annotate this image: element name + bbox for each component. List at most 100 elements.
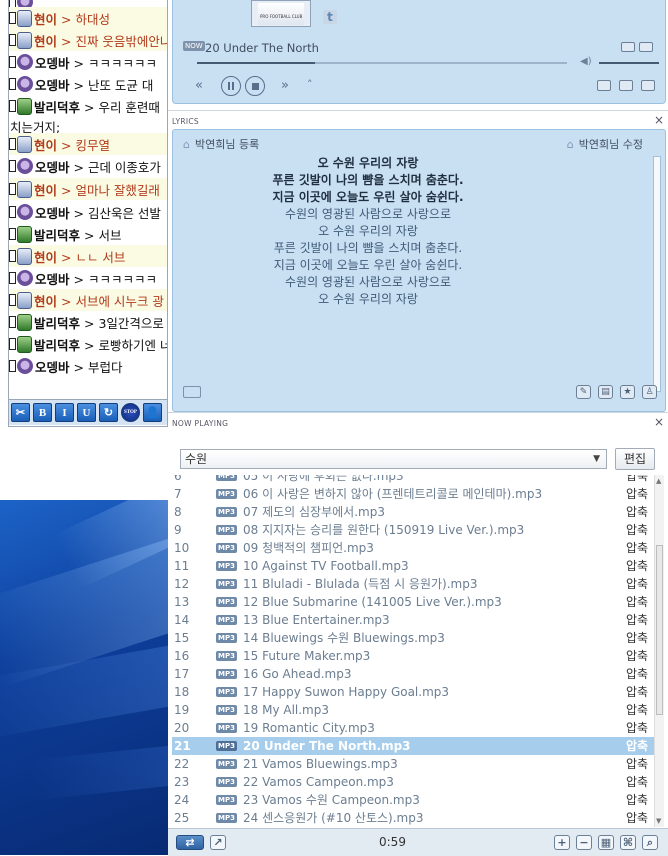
album-art[interactable]: PRO FOOTBALL CLUB [251, 0, 311, 27]
list-icon[interactable] [619, 80, 633, 91]
playlist-row[interactable]: 8 MP3 07 제도의 심장부에서.mp3 압축 [172, 503, 656, 521]
playlist-row[interactable]: 10 MP3 09 청백적의 챔피언.mp3 압축 [172, 539, 656, 557]
playlist-row[interactable]: 12 MP3 11 Bluladi - Blulada (득점 시 응원가).mp3… [172, 575, 656, 593]
export-icon[interactable]: ↗ [210, 835, 226, 850]
avatar [17, 180, 32, 198]
chat-nickname[interactable]: 오뎅바 [35, 75, 70, 94]
menu-icon[interactable] [639, 42, 653, 52]
chat-nickname[interactable]: 오뎅바 [35, 53, 70, 72]
playlist-row[interactable]: 7 MP3 06 이 사랑은 변하지 않아 (프렌테트리콜로 메인테마).mp3 압축 [172, 485, 656, 503]
chat-line: 발리덕후 > 3일간격으로 [9, 311, 167, 333]
save-icon[interactable]: ▤ [598, 385, 613, 399]
playlist-row[interactable]: 17 MP3 16 Go Ahead.mp3 압축 [172, 665, 656, 683]
close-icon[interactable]: × [654, 113, 664, 127]
user-icon[interactable]: ♙ [642, 385, 657, 399]
shuffle-icon[interactable]: ⇄ [176, 835, 204, 850]
chat-nickname[interactable]: 오뎅바 [35, 357, 70, 376]
add-icon[interactable]: + [554, 835, 570, 850]
playlist-row[interactable]: 16 MP3 15 Future Maker.mp3 압축 [172, 647, 656, 665]
chat-message: > 부럽다 [73, 359, 123, 375]
volume-icon[interactable]: ◀) [580, 56, 592, 67]
playlist-row[interactable]: 13 MP3 12 Blue Submarine (141005 Live Ver.… [172, 593, 656, 611]
playlist-row[interactable]: 18 MP3 17 Happy Suwon Happy Goal.mp3 압축 [172, 683, 656, 701]
stop-button[interactable] [245, 76, 265, 96]
chat-line: 현이 > 얼마나 잘했길래 [9, 178, 167, 200]
playlist-row[interactable]: 22 MP3 21 Vamos Bluewings.mp3 압축 [172, 755, 656, 773]
grid-icon[interactable]: ▦ [598, 835, 614, 850]
playlist-row[interactable]: 19 MP3 18 My All.mp3 압축 [172, 701, 656, 719]
track-filename: 23 Vamos 수원 Campeon.mp3 [243, 793, 420, 807]
playlist-select[interactable]: 수원 ▼ [180, 449, 607, 469]
track-format: 압축 [626, 685, 649, 699]
chat-line: 오뎅바 > 난또 도균 대 [9, 73, 167, 95]
collapse-button[interactable]: ˄ [307, 78, 313, 91]
chat-nickname[interactable]: 현이 [34, 180, 57, 199]
playlist-row[interactable]: 11 MP3 10 Against TV Football.mp3 압축 [172, 557, 656, 575]
track-filename: 24 센스응원가 (#10 산토스).mp3 [243, 811, 424, 825]
lyrics-scrollbar[interactable] [653, 156, 661, 392]
refresh-icon[interactable]: ↻ [99, 403, 118, 422]
level-badge-icon [9, 272, 16, 284]
subtitle-icon[interactable] [183, 386, 201, 398]
track-filename: 08 지지자는 승리를 원한다 (150919 Live Ver.).mp3 [243, 523, 525, 537]
chat-nickname[interactable]: 현이 [34, 9, 57, 28]
avatar [17, 313, 32, 331]
chat-nickname[interactable]: 현이 [34, 291, 57, 310]
track-format: 압축 [626, 739, 649, 753]
playlist-row[interactable]: 25 MP3 24 센스응원가 (#10 산토스).mp3 압축 [172, 809, 656, 827]
close-icon[interactable]: × [654, 415, 664, 429]
tree-icon[interactable]: ⌘ [620, 835, 636, 850]
mp3-file-icon: MP3 [216, 615, 237, 625]
chat-nickname[interactable]: 현이 [34, 31, 57, 50]
mp3-file-icon: MP3 [216, 651, 237, 661]
playlist-row[interactable]: 21 MP3 20 Under The North.mp3 압축 [172, 737, 656, 755]
playlist-row[interactable]: 24 MP3 23 Vamos 수원 Campeon.mp3 압축 [172, 791, 656, 809]
mp3-file-icon: MP3 [216, 759, 237, 769]
chat-nickname[interactable]: 발리덕후 [34, 313, 80, 332]
playlist-row[interactable]: 15 MP3 14 Bluewings 수원 Bluewings.mp3 압축 [172, 629, 656, 647]
remove-icon[interactable]: − [576, 835, 592, 850]
underline-button[interactable]: U [77, 403, 96, 422]
prev-button[interactable]: « [195, 78, 203, 93]
next-button[interactable]: » [281, 78, 289, 93]
mp3-file-icon: MP3 [216, 813, 237, 823]
italic-button[interactable]: I [55, 403, 74, 422]
chat-nickname[interactable]: 현이 [34, 135, 57, 154]
level-badge-icon [9, 338, 16, 350]
seek-bar[interactable] [197, 62, 567, 64]
playlist-row[interactable]: 14 MP3 13 Blue Entertainer.mp3 압축 [172, 611, 656, 629]
mini-mode-icon[interactable] [597, 80, 611, 91]
volume-slider[interactable] [599, 62, 659, 64]
track-format: 압축 [626, 523, 649, 537]
chat-nickname[interactable]: 오뎅바 [35, 269, 70, 288]
playlist-row[interactable]: 20 MP3 19 Romantic City.mp3 압축 [172, 719, 656, 737]
chat-nickname[interactable]: 발리덕후 [34, 97, 80, 116]
mp3-file-icon: MP3 [216, 669, 237, 679]
playlist-scrollbar[interactable]: ▲ ▼ [654, 475, 664, 827]
chat-nickname[interactable]: 오뎅바 [35, 157, 70, 176]
playlist-edit-button[interactable]: 편집 [615, 448, 655, 470]
cut-icon[interactable]: ✂ [11, 403, 30, 422]
chat-line: 오뎅바 > 김산욱은 선발 [9, 201, 167, 223]
chat-nickname[interactable]: 발리덕후 [34, 225, 80, 244]
level-badge-icon [9, 100, 16, 112]
pause-button[interactable] [221, 76, 241, 96]
chat-nickname[interactable]: 현이 [34, 247, 57, 266]
track-number: 21 [174, 739, 191, 753]
playlist-row[interactable]: 9 MP3 08 지지자는 승리를 원한다 (150919 Live Ver.).m… [172, 521, 656, 539]
search-icon[interactable]: ⌕ [642, 835, 658, 850]
edit-icon[interactable]: ✎ [576, 385, 591, 399]
playlist-mode-icon[interactable] [621, 42, 635, 52]
playlist-row[interactable]: 23 MP3 22 Vamos Campeon.mp3 압축 [172, 773, 656, 791]
bold-button[interactable]: B [33, 403, 52, 422]
playlist-row[interactable]: 6 MP3 05 이 사랑에 후회는 없다.mp3 압축 [172, 475, 656, 485]
twitter-icon[interactable]: t [323, 10, 337, 24]
lyrics-edited-by[interactable]: ⌂ 박연희님 수정 [567, 136, 643, 152]
chat-nickname[interactable]: 발리덕후 [34, 335, 80, 354]
chat-nickname[interactable]: 오뎅바 [35, 203, 70, 222]
text-icon[interactable] [641, 80, 655, 91]
chat-line: 오뎅바 > 부럽다 [9, 355, 167, 377]
star-icon[interactable]: ★ [620, 385, 635, 399]
profile-icon[interactable]: 👤 [143, 403, 162, 422]
stop-button[interactable]: STOP [121, 403, 140, 422]
